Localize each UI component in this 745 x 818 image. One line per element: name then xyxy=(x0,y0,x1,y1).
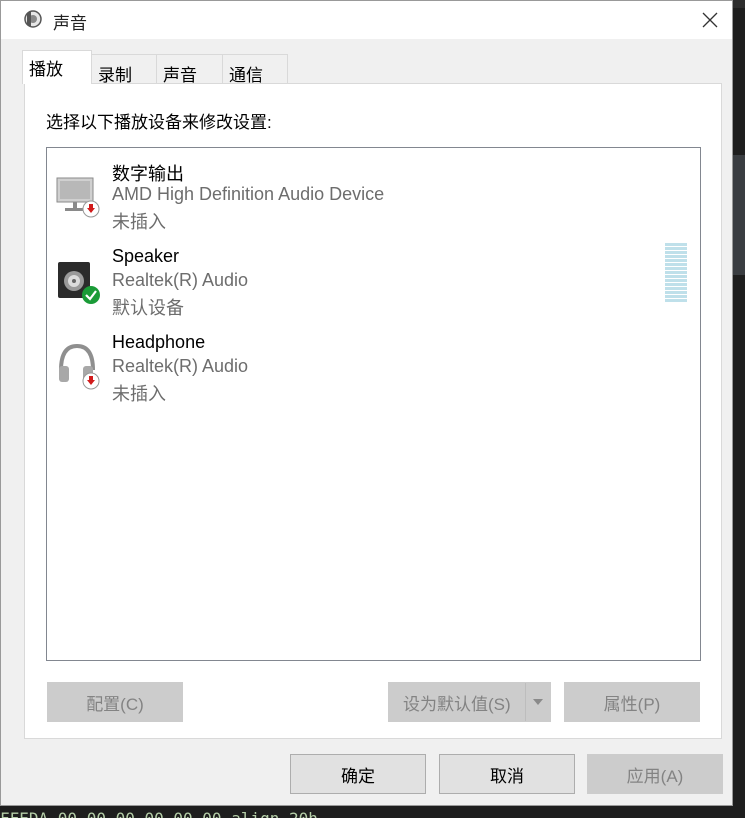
set-default-label: 设为默认值(S) xyxy=(403,694,511,714)
device-name: Headphone xyxy=(112,332,206,352)
level-meter-segment xyxy=(665,275,687,278)
window-title: 声音 xyxy=(53,14,87,33)
set-default-button[interactable]: 设为默认值(S) xyxy=(388,682,551,722)
level-meter-segment xyxy=(665,247,687,250)
device-name: 数字输出 xyxy=(112,164,184,184)
level-meter-segment xyxy=(665,259,687,262)
level-meter-segment xyxy=(665,287,687,290)
playback-device-list[interactable]: 数字输出 AMD High Definition Audio Device 未插… xyxy=(46,147,701,661)
title-bar: 声音 xyxy=(1,1,732,39)
headphone-icon xyxy=(55,334,103,390)
background-scrollbar xyxy=(733,155,745,275)
device-headphone[interactable]: Headphone Realtek(R) Audio 未插入 xyxy=(55,330,675,414)
device-status: 未插入 xyxy=(112,384,166,404)
set-default-dropdown[interactable] xyxy=(525,683,550,721)
level-meter-segment xyxy=(665,243,687,246)
level-meter-segment xyxy=(665,291,687,294)
ok-button[interactable]: 确定 xyxy=(290,754,426,794)
sound-dialog: 声音 播放 录制 声音 通信 选择以下播放设备来修改设置: 数字输出 AMD H… xyxy=(0,0,733,806)
device-digital-output[interactable]: 数字输出 AMD High Definition Audio Device 未插… xyxy=(55,158,675,242)
monitor-icon xyxy=(55,162,103,218)
properties-button[interactable]: 属性(P) xyxy=(564,682,700,722)
level-meter-segment xyxy=(665,295,687,298)
tab-communications[interactable]: 通信 xyxy=(222,54,288,85)
device-speaker[interactable]: Speaker Realtek(R) Audio 默认设备 xyxy=(55,244,675,328)
playback-prompt: 选择以下播放设备来修改设置: xyxy=(46,113,272,132)
apply-button[interactable]: 应用(A) xyxy=(587,754,723,794)
level-meter-segment xyxy=(665,271,687,274)
close-icon xyxy=(702,12,718,28)
device-status: 默认设备 xyxy=(112,298,184,318)
level-meter-segment xyxy=(665,267,687,270)
level-meter-segment xyxy=(665,299,687,302)
speaker-level-meter xyxy=(665,243,687,303)
level-meter-segment xyxy=(665,251,687,254)
level-meter-segment xyxy=(665,263,687,266)
level-meter-segment xyxy=(665,279,687,282)
tab-playback[interactable]: 播放 xyxy=(22,50,92,84)
device-description: Realtek(R) Audio xyxy=(112,356,249,376)
device-name: Speaker xyxy=(112,246,180,266)
background-editor-bottom-line: FFEDA 00 00 00 00 00 00 align 20h xyxy=(0,808,745,818)
device-description: Realtek(R) Audio xyxy=(112,270,249,290)
chevron-down-icon xyxy=(533,699,543,705)
device-status: 未插入 xyxy=(112,212,166,232)
tab-sounds[interactable]: 声音 xyxy=(156,54,223,85)
cancel-button[interactable]: 取消 xyxy=(439,754,575,794)
speaker-icon xyxy=(55,248,103,304)
playback-panel: 选择以下播放设备来修改设置: 数字输出 AMD High Definition … xyxy=(24,83,722,739)
configure-button[interactable]: 配置(C) xyxy=(47,682,183,722)
device-description: AMD High Definition Audio Device xyxy=(112,184,385,204)
close-button[interactable] xyxy=(688,1,732,39)
speaker-title-icon xyxy=(23,9,43,29)
level-meter-segment xyxy=(665,283,687,286)
level-meter-segment xyxy=(665,255,687,258)
tab-recording[interactable]: 录制 xyxy=(91,54,157,85)
